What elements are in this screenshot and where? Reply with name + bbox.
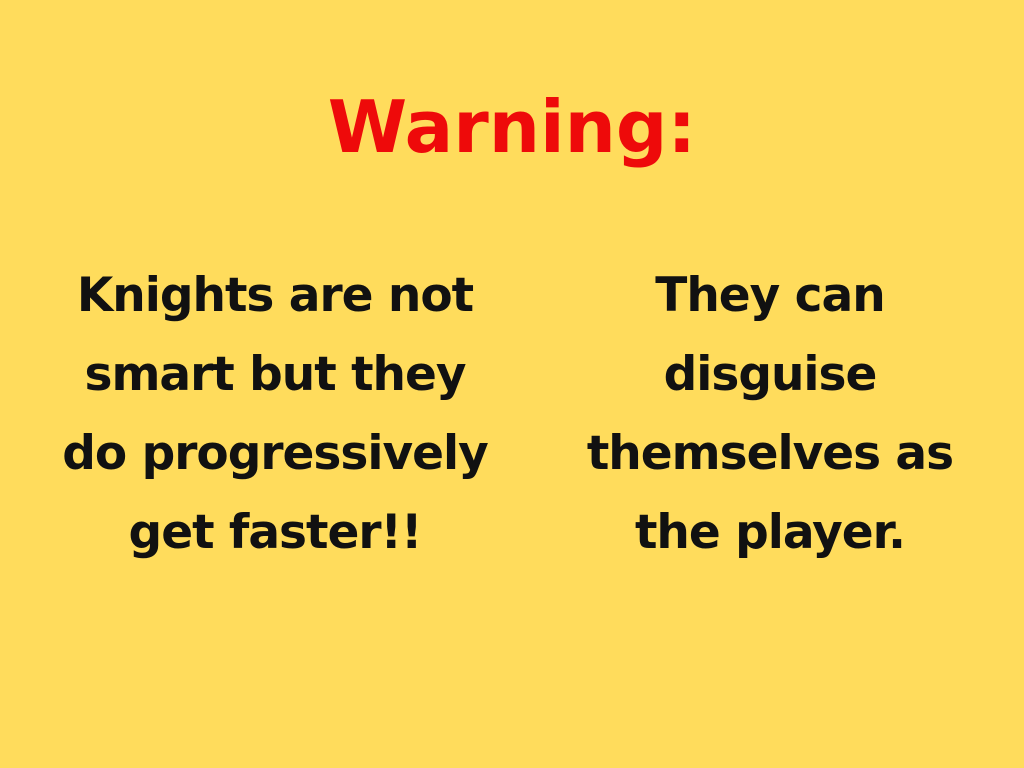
knights-disguise-note: They can disguise themselves as the play…	[586, 268, 954, 560]
warning-title: Warning:	[327, 85, 697, 169]
knights-speed-note: Knights are not smart but they do progre…	[62, 268, 488, 560]
